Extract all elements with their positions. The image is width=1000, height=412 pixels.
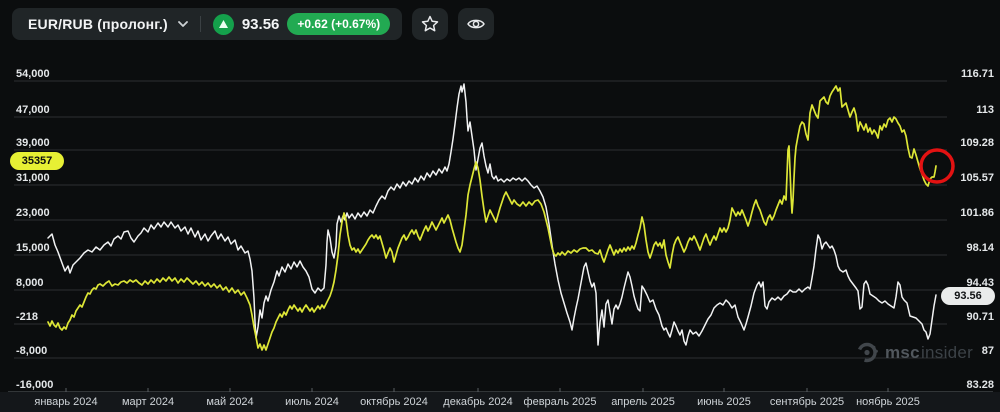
trading-chart-app: 54,000 116.71 47,000 113 39,000 109.28 31,000 1… (0, 0, 1000, 412)
yellow-series-value-badge: 35357 (10, 152, 64, 170)
symbol-selector[interactable]: EUR/RUB (пролонг.) 93.56 +0.62 (+0.67%) (12, 8, 403, 40)
last-price-badge: 93.56 (941, 287, 995, 305)
watermark: msc insider (856, 341, 973, 364)
watermark-text-light: insider (920, 342, 974, 362)
star-icon (421, 15, 439, 32)
last-price: 93.56 (241, 15, 280, 33)
chart-area: 54,000 116.71 47,000 113 39,000 109.28 31,000 1… (0, 0, 1000, 412)
trend-up-icon (212, 13, 234, 35)
favorite-button[interactable] (412, 8, 449, 40)
highlight-circle-annotation (919, 148, 955, 184)
symbol-label: EUR/RUB (пролонг.) (28, 16, 168, 32)
chart-canvas[interactable] (0, 0, 1000, 412)
chart-toolbar: EUR/RUB (пролонг.) 93.56 +0.62 (+0.67%) (12, 8, 495, 40)
eye-icon (467, 19, 486, 29)
watermark-logo-icon (857, 342, 878, 363)
time-axis[interactable] (0, 392, 1000, 412)
visibility-button[interactable] (458, 8, 495, 40)
watermark-text-bold: msc (885, 342, 920, 362)
indicator-yellow-line (47, 85, 937, 351)
chevron-down-icon (177, 21, 188, 27)
toolbar-divider (199, 16, 201, 32)
price-change-badge: +0.62 (+0.67%) (287, 13, 391, 35)
